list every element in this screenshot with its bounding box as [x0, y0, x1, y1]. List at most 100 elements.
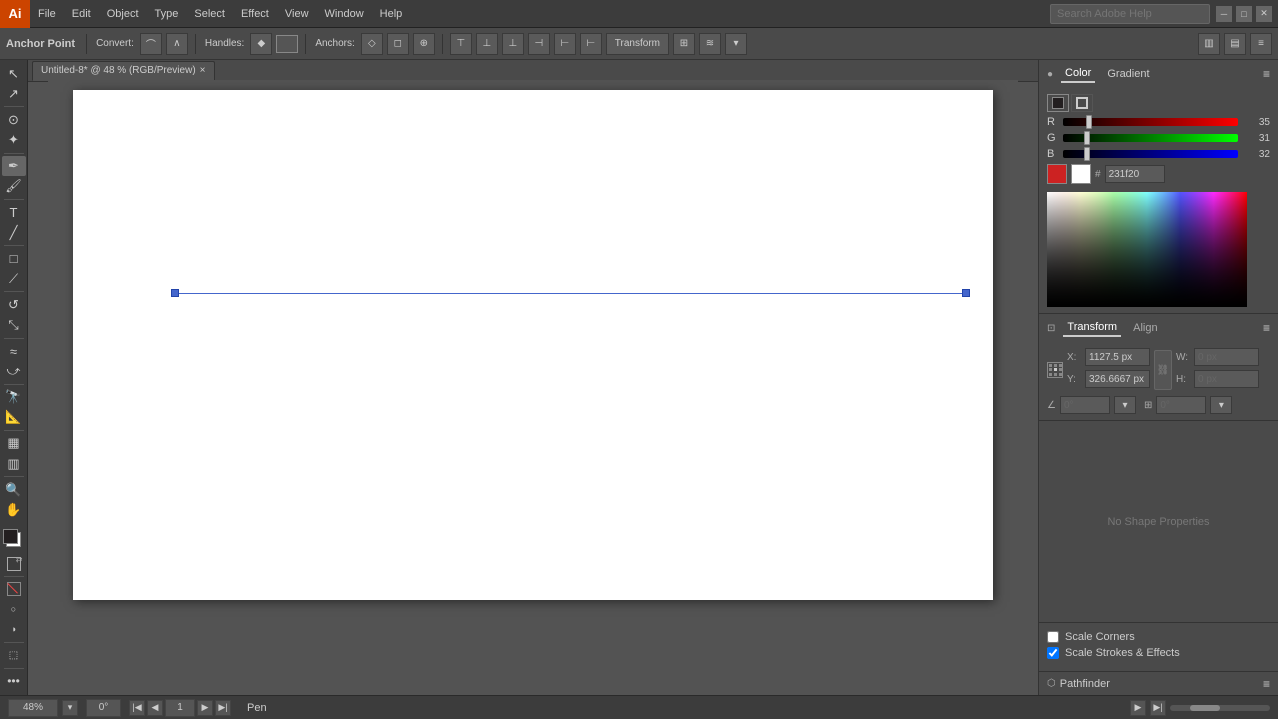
close-button[interactable]: ✕ — [1256, 6, 1272, 22]
tab-close-btn[interactable]: × — [200, 65, 206, 76]
magic-wand-tool[interactable]: ✦ — [2, 130, 26, 149]
graph-tool[interactable]: ▦ — [2, 434, 26, 453]
align-bottom-btn[interactable]: ⊥ — [502, 33, 524, 55]
warp-options-btn[interactable]: ▾ — [725, 33, 747, 55]
line-tool[interactable]: ╱ — [2, 223, 26, 242]
direct-select-tool[interactable]: ↗ — [2, 84, 26, 103]
select-tool[interactable]: ↖ — [2, 64, 26, 83]
brush-tool[interactable]: 🖌 — [2, 177, 26, 196]
none-style-btn[interactable] — [2, 579, 26, 598]
anchor-point-right[interactable] — [962, 289, 970, 297]
menu-effect[interactable]: Effect — [233, 4, 277, 24]
anchors-connect-btn[interactable]: ⊕ — [413, 33, 435, 55]
page-next-btn[interactable]: ▶ — [197, 700, 213, 716]
gradient-btn[interactable]: ◑ — [2, 620, 26, 639]
menu-select[interactable]: Select — [186, 4, 233, 24]
search-input[interactable] — [1050, 4, 1210, 24]
color-swatch-container[interactable] — [3, 529, 25, 551]
color-panel-menu-btn[interactable]: ≡ — [1263, 67, 1270, 81]
w-input[interactable] — [1194, 348, 1259, 366]
anchors-delete-btn[interactable]: ◻ — [387, 33, 409, 55]
transform-panel-menu-btn[interactable]: ≡ — [1263, 321, 1270, 335]
rotation-input[interactable] — [86, 699, 121, 717]
scale-tool[interactable]: ⤡ — [2, 315, 26, 334]
constrain-proportions-icon[interactable]: ⛓ — [1154, 350, 1172, 390]
menu-window[interactable]: Window — [317, 4, 372, 24]
angle-input[interactable] — [1060, 396, 1110, 414]
gradient-tab[interactable]: Gradient — [1103, 66, 1153, 82]
anchors-select-btn[interactable]: ◇ — [361, 33, 383, 55]
page-last-btn[interactable]: ▶| — [215, 700, 231, 716]
menu-object[interactable]: Object — [99, 4, 147, 24]
stroke-mode-btn[interactable] — [1071, 94, 1093, 112]
reshape-tool[interactable]: ≈ — [2, 341, 26, 360]
handles-color-btn[interactable] — [276, 35, 298, 53]
zoom-input[interactable] — [8, 699, 58, 717]
ref-point-selector[interactable] — [1047, 362, 1063, 378]
scale-corners-checkbox[interactable] — [1047, 631, 1059, 643]
align-center-h-btn[interactable]: ⊥ — [476, 33, 498, 55]
more-tools-btn[interactable]: ••• — [2, 672, 26, 691]
color-tab[interactable]: Color — [1061, 65, 1095, 83]
measure-tool[interactable]: 📐 — [2, 408, 26, 427]
width-tool[interactable]: ⤻ — [2, 362, 26, 381]
y-input[interactable] — [1085, 370, 1150, 388]
menu-type[interactable]: Type — [147, 4, 187, 24]
anchor-point-left[interactable] — [171, 289, 179, 297]
swap-colors-btn[interactable]: ⇄ — [7, 557, 21, 571]
page-first-btn[interactable]: |◀ — [129, 700, 145, 716]
zoom-tool[interactable]: 🔍 — [2, 480, 26, 499]
text-tool[interactable]: T — [2, 203, 26, 222]
align-right-btn[interactable]: ⊢ — [580, 33, 602, 55]
eyedropper-tool[interactable]: 🔭 — [2, 388, 26, 407]
rect-tool[interactable]: □ — [2, 249, 26, 268]
r-slider[interactable] — [1063, 118, 1238, 126]
hex-input[interactable] — [1105, 165, 1165, 183]
menu-edit[interactable]: Edit — [64, 4, 99, 24]
convert-smooth-btn[interactable]: ⌒ — [140, 33, 162, 55]
shear-dropdown[interactable]: ▾ — [1210, 396, 1232, 414]
lasso-tool[interactable]: ⊙ — [2, 110, 26, 129]
align-top-btn[interactable]: ⊤ — [450, 33, 472, 55]
status-end-btn[interactable]: ▶| — [1150, 700, 1166, 716]
panel-right-btn[interactable]: ▤ — [1224, 33, 1246, 55]
knife-tool[interactable]: ⟋ — [2, 269, 26, 288]
artboard-tool[interactable]: ⬚ — [2, 646, 26, 665]
zoom-dropdown-btn[interactable]: ▾ — [62, 700, 78, 716]
menu-view[interactable]: View — [277, 4, 317, 24]
panel-left-btn[interactable]: ▥ — [1198, 33, 1220, 55]
pathfinder-menu-btn[interactable]: ≡ — [1263, 677, 1270, 691]
rotate-tool[interactable]: ↺ — [2, 295, 26, 314]
b-slider[interactable] — [1063, 150, 1238, 158]
angle-dropdown[interactable]: ▾ — [1114, 396, 1136, 414]
color-spectrum[interactable] — [1047, 192, 1247, 307]
menu-file[interactable]: File — [30, 4, 64, 24]
scale-strokes-label[interactable]: Scale Strokes & Effects — [1065, 647, 1180, 659]
menu-help[interactable]: Help — [372, 4, 411, 24]
h-input[interactable] — [1194, 370, 1259, 388]
page-prev-btn[interactable]: ◀ — [147, 700, 163, 716]
status-slider[interactable] — [1170, 705, 1270, 711]
graph-bar-tool[interactable]: ▥ — [2, 454, 26, 473]
hand-tool[interactable]: ✋ — [2, 500, 26, 519]
scale-strokes-checkbox[interactable] — [1047, 647, 1059, 659]
convert-corner-btn[interactable]: ∧ — [166, 33, 188, 55]
document-tab[interactable]: Untitled-8* @ 48 % (RGB/Preview) × — [32, 61, 215, 81]
minimize-button[interactable]: ─ — [1216, 6, 1232, 22]
warp-btn[interactable]: ≋ — [699, 33, 721, 55]
align-tab[interactable]: Align — [1129, 320, 1161, 336]
fill-mode-btn[interactable] — [1047, 94, 1069, 112]
align-left-btn[interactable]: ⊣ — [528, 33, 550, 55]
transform-button[interactable]: Transform — [606, 33, 669, 55]
maximize-button[interactable]: □ — [1236, 6, 1252, 22]
scale-corners-label[interactable]: Scale Corners — [1065, 631, 1135, 643]
page-num-input[interactable] — [165, 699, 195, 717]
toolbar-menu-btn[interactable]: ≡ — [1250, 33, 1272, 55]
white-fill-btn[interactable]: ○ — [2, 600, 26, 619]
fill-swatch[interactable] — [3, 529, 18, 544]
g-slider[interactable] — [1063, 134, 1238, 142]
handles-btn[interactable]: ◆ — [250, 33, 272, 55]
none-stroke-swatch[interactable] — [1047, 164, 1067, 184]
pen-tool[interactable]: ✒ — [2, 156, 26, 175]
x-input[interactable] — [1085, 348, 1150, 366]
